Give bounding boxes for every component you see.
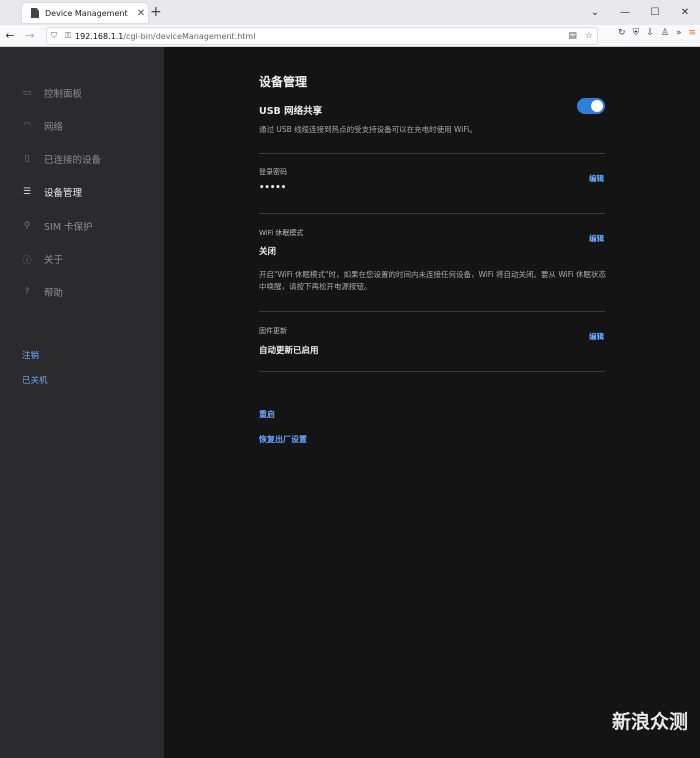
- sidebar-item-network[interactable]: ◠ 网络: [22, 118, 63, 134]
- info-icon: ⓘ: [22, 255, 32, 266]
- sidebar-item-label: 设备管理: [44, 188, 83, 199]
- close-tab-icon[interactable]: ✕: [134, 8, 148, 19]
- firmware-label: 固件更新: [259, 327, 287, 335]
- sync-icon[interactable]: ↻: [618, 28, 626, 38]
- download-icon[interactable]: ⇩: [646, 28, 654, 38]
- sidebar-item-label: 关于: [44, 255, 64, 266]
- window-controls: ⌄ — ☐ ✕: [580, 0, 700, 24]
- sidebar-item-device-management[interactable]: ☰ 设备管理: [22, 184, 82, 200]
- shutdown-link[interactable]: 已关机: [22, 374, 48, 386]
- tab-title: Device Management: [45, 8, 128, 18]
- password-label: 登录密码: [259, 168, 287, 176]
- new-tab-button[interactable]: +: [150, 4, 162, 20]
- help-icon: ?: [24, 287, 30, 297]
- sidebar-item-help[interactable]: ? 帮助: [22, 284, 63, 300]
- edit-password-button[interactable]: 编辑: [589, 173, 604, 184]
- url-path: /cgi-bin/deviceManagement.html: [123, 31, 256, 41]
- url-host: 192.168.1.1: [75, 31, 124, 41]
- divider: [259, 371, 605, 372]
- sidebar-item-sim-protection[interactable]: ⚲ SIM 卡保护: [22, 218, 93, 234]
- page-title: 设备管理: [259, 75, 308, 89]
- address-bar[interactable]: ⛉ ⚿ 192.168.1.1/cgi-bin/deviceManagement…: [46, 27, 598, 45]
- forward-arrow-icon[interactable]: →: [20, 29, 40, 42]
- divider: [259, 213, 605, 214]
- sidebar-item-about[interactable]: ⓘ 关于: [22, 251, 63, 267]
- shield-account-icon[interactable]: ⛨: [633, 28, 640, 38]
- overflow-chevron-icon[interactable]: »: [676, 28, 682, 38]
- usb-tethering-label: USB 网络共享: [259, 106, 323, 117]
- page-icon: [31, 8, 39, 18]
- password-value: •••••: [259, 183, 287, 193]
- menu-icon[interactable]: ≡: [688, 28, 696, 38]
- back-arrow-icon[interactable]: ←: [0, 29, 20, 42]
- wifi-sleep-value: 关闭: [259, 247, 277, 257]
- sidebar-item-dashboard[interactable]: ▭ 控制面板: [22, 85, 82, 101]
- sliders-icon: ☰: [22, 187, 32, 197]
- device-icon: ▯: [24, 154, 30, 164]
- tab-device-management[interactable]: Device Management ✕: [22, 3, 148, 23]
- wifi-sleep-description: 开启"WiFi 休眠模式"时，如果在您设置的时间内未连接任何设备，WiFi 将自…: [259, 270, 606, 291]
- toggle-knob: [591, 100, 603, 112]
- divider: [259, 153, 605, 154]
- account-icon[interactable]: ♙: [661, 28, 669, 38]
- shield-icon[interactable]: ⛉: [47, 31, 61, 41]
- tab-bar: Device Management ✕ + ⌄ — ☐ ✕: [0, 0, 700, 25]
- chevron-down-icon[interactable]: ⌄: [580, 0, 610, 24]
- sidebar-item-connected-devices[interactable]: ▯ 已连接的设备: [22, 151, 102, 167]
- sidebar-item-label: 控制面板: [44, 89, 83, 100]
- nav-bar: ← → ⛉ ⚿ 192.168.1.1/cgi-bin/deviceManage…: [0, 25, 700, 46]
- usb-tethering-toggle[interactable]: [577, 98, 605, 114]
- sidebar-item-label: 帮助: [44, 288, 64, 299]
- logout-link[interactable]: 注销: [22, 349, 39, 361]
- dashboard-icon: ▭: [22, 88, 32, 98]
- toolbar-icons: ↻ ⛨ ⇩ ♙ » ≡: [618, 28, 696, 38]
- minimize-icon[interactable]: —: [610, 0, 640, 24]
- usb-tethering-description: 通过 USB 线缆连接到热点的受支持设备可以在充电时使用 WiFi。: [259, 125, 477, 134]
- lock-icon: ⚲: [23, 221, 31, 231]
- wifi-icon: ◠: [23, 121, 31, 131]
- restart-button[interactable]: 重启: [259, 409, 275, 420]
- sidebar-item-label: 已连接的设备: [44, 155, 102, 166]
- watermark-logo: 新浪众测: [612, 711, 689, 733]
- sidebar-item-label: SIM 卡保护: [44, 222, 93, 233]
- sidebar: ▭ 控制面板 ◠ 网络 ▯ 已连接的设备 ☰ 设备管理 ⚲ SIM 卡保护 ⓘ …: [0, 47, 164, 758]
- sidebar-item-label: 网络: [44, 122, 64, 133]
- lock-icon[interactable]: ⚿: [61, 31, 75, 41]
- close-window-icon[interactable]: ✕: [670, 0, 700, 24]
- edit-wifi-sleep-button[interactable]: 编辑: [589, 233, 604, 244]
- edit-firmware-button[interactable]: 编辑: [589, 331, 604, 342]
- bookmark-star-icon[interactable]: ☆: [585, 31, 593, 41]
- divider: [259, 311, 605, 312]
- main-content: 设备管理 USB 网络共享 通过 USB 线缆连接到热点的受支持设备可以在充电时…: [164, 47, 700, 758]
- maximize-icon[interactable]: ☐: [640, 0, 670, 24]
- factory-reset-button[interactable]: 恢复出厂设置: [259, 434, 307, 445]
- reader-view-icon[interactable]: ▤: [568, 31, 577, 41]
- firmware-value: 自动更新已启用: [259, 346, 319, 356]
- browser-chrome: Device Management ✕ + ⌄ — ☐ ✕ ← → ⛉ ⚿ 19…: [0, 0, 700, 47]
- address-bar-actions: ▤ ☆: [568, 31, 593, 41]
- wifi-sleep-label: WiFi 休眠模式: [259, 229, 304, 237]
